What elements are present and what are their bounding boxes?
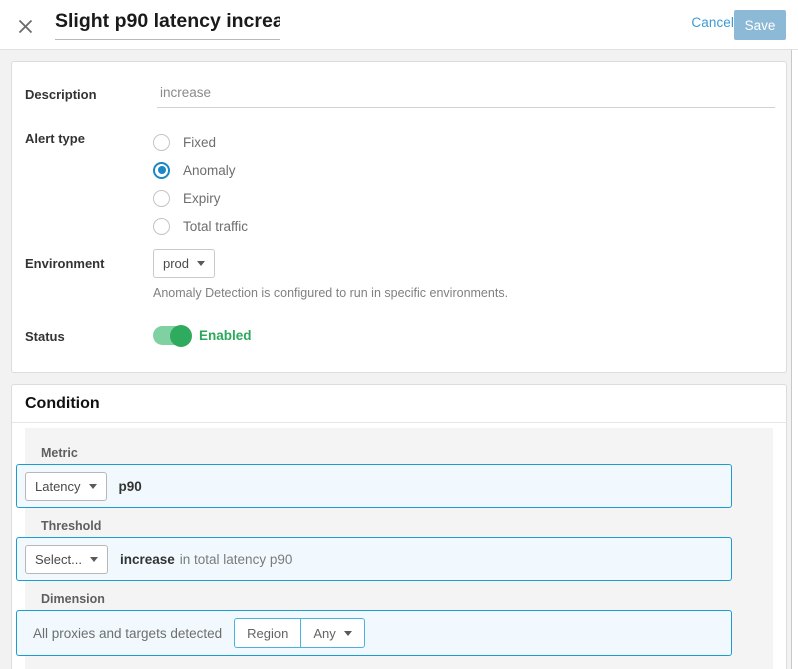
environment-label: Environment (25, 256, 104, 271)
dimension-any-value: Any (313, 626, 335, 641)
metric-field[interactable]: Latency p90 (16, 464, 732, 508)
save-button[interactable]: Save (734, 10, 786, 40)
radio-option-total-traffic[interactable]: Total traffic (153, 212, 248, 240)
chevron-down-icon (344, 631, 352, 636)
chevron-down-icon (89, 484, 97, 489)
alert-editor-page: Cancel Save Description Alert type Fixed… (0, 0, 798, 669)
dimension-description-text: All proxies and targets detected (33, 626, 222, 641)
environment-select[interactable]: prod (153, 249, 215, 278)
dimension-region-button[interactable]: Region (234, 618, 300, 648)
threshold-detail-muted: in total latency p90 (180, 552, 293, 567)
threshold-label: Threshold (41, 519, 101, 533)
dimension-any-select[interactable]: Any (300, 618, 364, 648)
alert-title-input[interactable] (55, 8, 280, 40)
dimension-field[interactable]: All proxies and targets detected Region … (16, 610, 732, 656)
radio-label: Anomaly (183, 163, 236, 178)
environment-select-value: prod (163, 256, 189, 271)
threshold-detail-strong: increase (120, 552, 175, 567)
close-icon[interactable] (12, 13, 38, 39)
cancel-button[interactable]: Cancel (691, 15, 734, 30)
threshold-field[interactable]: Select... increase in total latency p90 (16, 537, 732, 581)
metric-label: Metric (41, 446, 78, 460)
alert-type-label: Alert type (25, 131, 85, 146)
threshold-select[interactable]: Select... (25, 545, 108, 574)
chevron-down-icon (197, 261, 205, 266)
radio-circle-icon (153, 190, 170, 207)
radio-option-fixed[interactable]: Fixed (153, 128, 248, 156)
alert-type-radio-group: Fixed Anomaly Expiry Total traffic (153, 128, 248, 240)
radio-label: Expiry (183, 191, 221, 206)
status-state-text: Enabled (199, 328, 252, 343)
metric-select-value: Latency (35, 479, 81, 494)
dimension-label: Dimension (41, 592, 105, 606)
editor-header: Cancel Save (0, 0, 798, 50)
status-toggle[interactable] (153, 326, 191, 345)
scrollbar-divider (791, 50, 792, 669)
description-label: Description (25, 87, 97, 102)
radio-option-expiry[interactable]: Expiry (153, 184, 248, 212)
metric-select[interactable]: Latency (25, 472, 107, 501)
status-label: Status (25, 329, 65, 344)
radio-circle-icon (153, 134, 170, 151)
metric-detail-text: p90 (119, 479, 142, 494)
toggle-knob (170, 325, 192, 347)
environment-help-text: Anomaly Detection is configured to run i… (153, 286, 508, 300)
radio-option-anomaly[interactable]: Anomaly (153, 156, 248, 184)
radio-circle-selected-icon (153, 162, 170, 179)
radio-label: Fixed (183, 135, 216, 150)
radio-label: Total traffic (183, 219, 248, 234)
description-input[interactable] (157, 82, 775, 108)
scrollbar-track[interactable] (792, 50, 798, 669)
alert-title-wrapper (55, 8, 280, 42)
condition-title: Condition (25, 395, 100, 413)
condition-divider (12, 422, 786, 423)
chevron-down-icon (90, 557, 98, 562)
threshold-select-value: Select... (35, 552, 82, 567)
radio-circle-icon (153, 218, 170, 235)
dimension-button-group: Region Any (234, 618, 365, 648)
